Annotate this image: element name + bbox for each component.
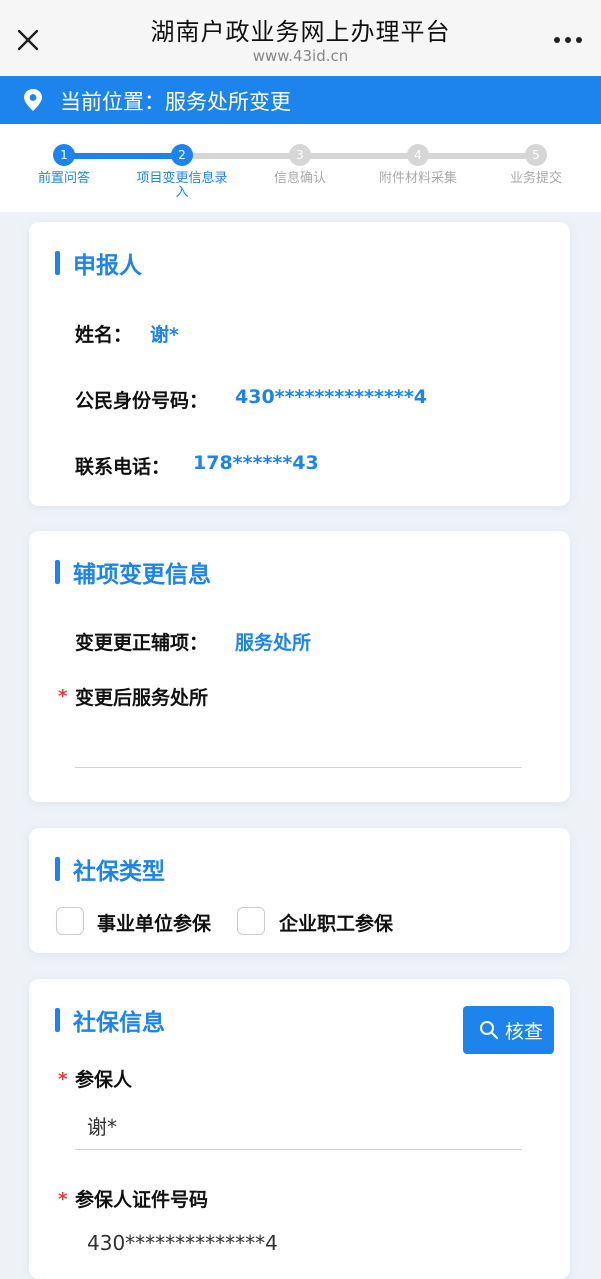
step-5-label: 业务提交 bbox=[509, 171, 562, 186]
step-4-label: 附件材料采集 bbox=[378, 171, 457, 186]
aux-change-card-title: 辅项变更信息 bbox=[55, 555, 211, 589]
step-3-label: 信息确认 bbox=[273, 171, 326, 186]
search-icon bbox=[480, 1021, 498, 1039]
phone-value: 178******43 bbox=[193, 452, 319, 474]
progress-steps: 1 2 3 4 5 前置问答 项目变更信息录入 信息确认 附件材料采集 业务提交 bbox=[0, 124, 601, 212]
applicant-card: 申报人 姓名： 谢* 公民身份号码： 430**************4 联系… bbox=[29, 222, 570, 506]
name-value: 谢* bbox=[150, 324, 179, 346]
step-1-label: 前置问答 bbox=[37, 171, 90, 186]
new-address-underline bbox=[75, 767, 522, 768]
step-2-dot: 2 bbox=[171, 144, 193, 166]
step-connector-1-2 bbox=[64, 153, 182, 159]
verify-button-label: 核查 bbox=[505, 1021, 544, 1043]
public-institution-label[interactable]: 事业单位参保 bbox=[97, 909, 211, 936]
id-number-value: 430**************4 bbox=[235, 386, 427, 408]
insurance-type-card: 社保类型 事业单位参保 企业职工参保 bbox=[29, 828, 570, 953]
verify-button[interactable]: 核查 bbox=[463, 1006, 554, 1054]
insurance-info-card-title: 社保信息 bbox=[55, 1003, 165, 1037]
location-pin-icon bbox=[24, 89, 42, 111]
insured-label: 参保人 bbox=[75, 1069, 133, 1091]
insured-underline bbox=[75, 1149, 522, 1150]
step-1-dot: 1 bbox=[53, 144, 75, 166]
aux-change-card: 辅项变更信息 变更更正辅项： 服务处所 * 变更后服务处所 bbox=[29, 531, 570, 802]
enterprise-employee-label[interactable]: 企业职工参保 bbox=[279, 909, 393, 936]
window-url: www.43id.cn bbox=[252, 47, 349, 65]
insured-id-input[interactable]: 430**************4 bbox=[87, 1231, 278, 1255]
enterprise-employee-checkbox[interactable] bbox=[237, 907, 265, 935]
insured-input[interactable]: 谢* bbox=[87, 1111, 117, 1140]
required-mark: * bbox=[58, 1069, 68, 1090]
step-2-label: 项目变更信息录入 bbox=[136, 171, 228, 200]
location-bar: 当前位置：服务处所变更 bbox=[0, 76, 601, 124]
aux-item-value: 服务处所 bbox=[235, 632, 312, 654]
step-5-dot: 5 bbox=[525, 144, 547, 166]
required-mark: * bbox=[58, 686, 68, 707]
title-bar: 湖南户政业务网上办理平台 www.43id.cn bbox=[0, 0, 601, 76]
insurance-type-card-title: 社保类型 bbox=[55, 852, 165, 886]
more-icon[interactable] bbox=[551, 30, 585, 50]
aux-item-label: 变更更正辅项： bbox=[75, 632, 209, 654]
public-institution-checkbox[interactable] bbox=[56, 907, 84, 935]
step-3-dot: 3 bbox=[289, 144, 311, 166]
step-4-dot: 4 bbox=[407, 144, 429, 166]
name-label: 姓名： bbox=[75, 324, 133, 346]
applicant-card-title: 申报人 bbox=[55, 246, 142, 280]
insurance-info-card: 社保信息 核查 * 参保人 谢* * 参保人证件号码 430**********… bbox=[29, 979, 570, 1279]
step-connector-rest bbox=[182, 153, 536, 159]
required-mark: * bbox=[58, 1189, 68, 1210]
location-text: 当前位置：服务处所变更 bbox=[60, 90, 291, 114]
insured-id-label: 参保人证件号码 bbox=[75, 1189, 209, 1211]
window-title: 湖南户政业务网上办理平台 bbox=[150, 18, 451, 46]
phone-label: 联系电话： bbox=[75, 456, 171, 478]
id-number-label: 公民身份号码： bbox=[75, 390, 209, 412]
new-address-label: 变更后服务处所 bbox=[75, 687, 209, 709]
